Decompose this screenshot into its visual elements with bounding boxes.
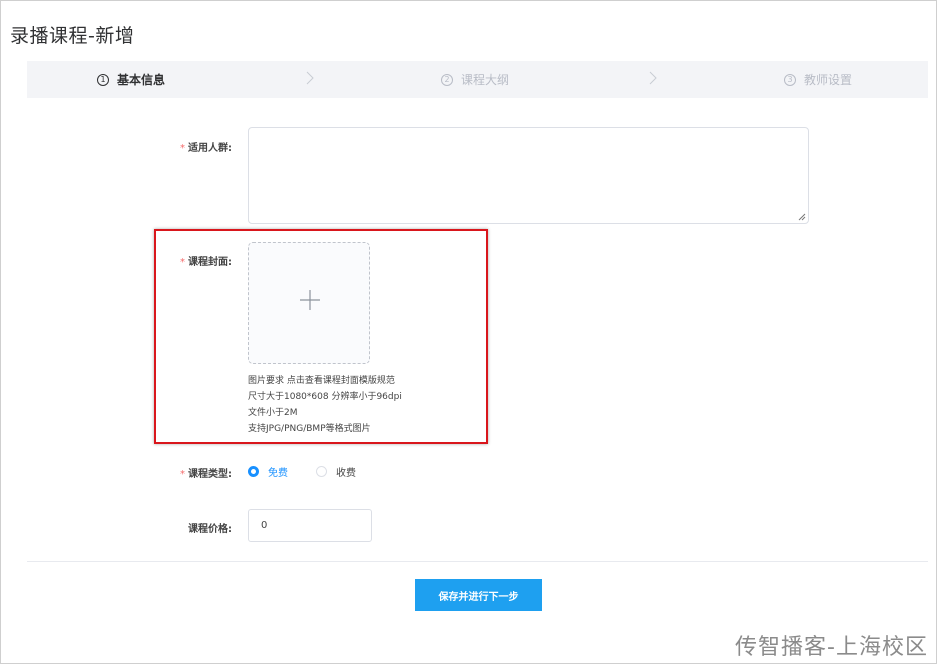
plus-icon[interactable]	[300, 290, 320, 310]
price-label: 课程价格:	[188, 524, 232, 535]
cover-label: * 课程封面:	[142, 253, 232, 268]
step-course-outline[interactable]: 2 课程大纲	[441, 61, 509, 98]
step-number-badge: 3	[784, 73, 796, 86]
page-frame: 录播课程-新增 1 基本信息 2 课程大纲 3 教师设置 * 适用人群: * 课程封…	[0, 0, 937, 664]
step-teacher-settings[interactable]: 3 教师设置	[784, 61, 852, 98]
required-mark: *	[180, 257, 185, 268]
chevron-right-icon	[649, 71, 657, 85]
step-label: 课程大纲	[461, 73, 510, 87]
audience-label-text: 适用人群:	[188, 143, 232, 154]
price-value: 0	[261, 520, 268, 531]
radio-label: 收费	[336, 467, 356, 479]
audience-textarea[interactable]	[248, 127, 809, 224]
resize-handle-icon[interactable]	[798, 213, 806, 221]
step-number-badge: 2	[441, 73, 453, 86]
chevron-right-icon	[306, 71, 314, 85]
radio-paid[interactable]: 收费	[316, 465, 356, 479]
radio-checked-icon	[248, 465, 259, 477]
audience-label: * 适用人群:	[142, 139, 232, 154]
save-and-next-button[interactable]: 保存并进行下一步	[415, 579, 542, 611]
required-mark: *	[180, 469, 185, 480]
step-label: 教师设置	[804, 73, 853, 87]
step-number-badge: 1	[97, 73, 109, 86]
step-basic-info[interactable]: 1 基本信息	[97, 61, 165, 98]
radio-unchecked-icon	[316, 465, 327, 477]
type-label: * 课程类型:	[142, 465, 232, 480]
radio-free[interactable]: 免费	[248, 465, 288, 479]
type-label-text: 课程类型:	[188, 469, 232, 480]
steps-bar: 1 基本信息 2 课程大纲 3 教师设置	[27, 61, 928, 98]
watermark: 传智播客-上海校区	[735, 635, 928, 660]
cover-label-text: 课程封面:	[188, 257, 232, 268]
step-label: 基本信息	[117, 73, 166, 87]
radio-label: 免费	[268, 467, 288, 479]
divider	[27, 561, 928, 562]
required-mark: *	[180, 143, 185, 154]
price-input[interactable]: 0	[248, 509, 372, 542]
cover-hint-line: 尺寸大于1080*608 分辨率小于96dpi	[248, 392, 402, 402]
cover-hint-line: 支持JPG/PNG/BMP等格式图片	[248, 424, 371, 434]
page-title: 录播课程-新增	[10, 25, 135, 47]
cover-hint-line: 图片要求 点击查看课程封面模版规范	[248, 376, 395, 386]
cover-hint-line: 文件小于2M	[248, 408, 298, 418]
